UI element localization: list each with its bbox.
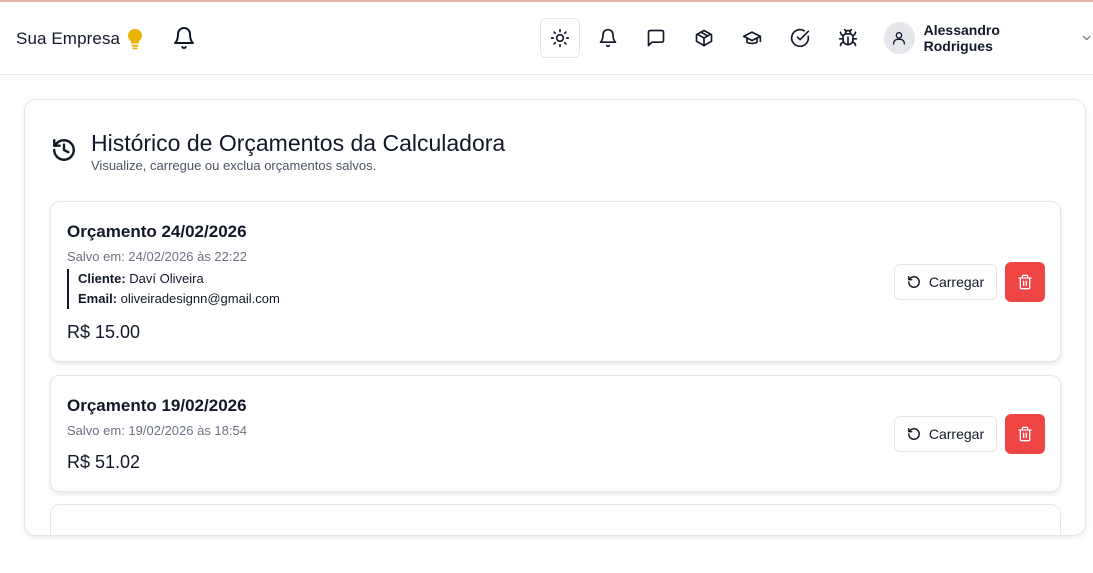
quote-card: Orçamento 19/02/2026 Salvo em: 19/02/202…: [50, 375, 1061, 492]
history-icon: [53, 139, 75, 161]
trash-icon: [1018, 274, 1032, 290]
sun-icon: [550, 28, 570, 48]
brand[interactable]: Sua Empresa: [16, 28, 144, 50]
package-icon: [695, 29, 713, 47]
check-circle-icon: [790, 28, 810, 48]
quote-client-info: Cliente: Daví Oliveira Email: oliveirade…: [67, 269, 280, 309]
notifications-button[interactable]: [588, 18, 628, 58]
user-menu[interactable]: Alessandro Rodrigues: [884, 22, 1093, 54]
load-quote-button[interactable]: Carregar: [894, 264, 997, 300]
user-name: Alessandro Rodrigues: [923, 22, 1000, 54]
brand-name: Sua Empresa: [16, 29, 121, 48]
quote-card: Orçamento 24/02/2026 Salvo em: 24/02/202…: [50, 201, 1061, 362]
client-email: oliveiradesignn@gmail.com: [120, 291, 280, 306]
rotate-ccw-icon: [907, 276, 920, 288]
courses-button[interactable]: [732, 18, 772, 58]
lightbulb-icon: [128, 29, 143, 50]
page-title: Histórico de Orçamentos da Calculadora: [91, 130, 506, 156]
client-name: Daví Oliveira: [129, 271, 204, 286]
client-label: Cliente:: [78, 271, 126, 286]
messages-button[interactable]: [636, 18, 676, 58]
user-icon: [893, 32, 906, 45]
theme-toggle-button[interactable]: [540, 18, 580, 58]
panel-header: Histórico de Orçamentos da Calculadora V…: [51, 129, 505, 173]
avatar: [884, 22, 915, 54]
chevron-down-icon: [1082, 35, 1091, 41]
quote-history-panel: Histórico de Orçamentos da Calculadora V…: [24, 99, 1086, 536]
bug-icon: [838, 28, 858, 47]
bell-icon[interactable]: [172, 26, 196, 50]
bell-icon: [599, 28, 617, 48]
email-label: Email:: [78, 291, 118, 306]
load-button-label: Carregar: [928, 426, 985, 442]
load-button-label: Carregar: [928, 274, 985, 290]
page-subtitle: Visualize, carregue ou exclua orçamentos…: [91, 158, 377, 173]
quote-card-partial: [50, 504, 1061, 535]
rotate-ccw-icon: [907, 428, 920, 440]
message-icon: [647, 29, 665, 47]
quote-saved-date: Salvo em: 19/02/2026 às 18:54: [67, 423, 247, 438]
products-button[interactable]: [684, 18, 724, 58]
load-quote-button[interactable]: Carregar: [894, 416, 997, 452]
quote-total: R$ 15.00: [67, 322, 141, 342]
graduation-cap-icon: [742, 31, 762, 45]
quote-title: Orçamento 24/02/2026: [67, 222, 247, 241]
report-bug-button[interactable]: [828, 18, 868, 58]
delete-quote-button[interactable]: [1005, 262, 1045, 302]
tasks-button[interactable]: [780, 18, 820, 58]
trash-icon: [1018, 426, 1032, 442]
quote-saved-date: Salvo em: 24/02/2026 às 22:22: [67, 249, 247, 264]
quote-total: R$ 51.02: [67, 452, 141, 472]
app-header: Sua Empresa Alessandro Rodrigues: [0, 2, 1093, 75]
delete-quote-button[interactable]: [1005, 414, 1045, 454]
quote-title: Orçamento 19/02/2026: [67, 396, 247, 415]
